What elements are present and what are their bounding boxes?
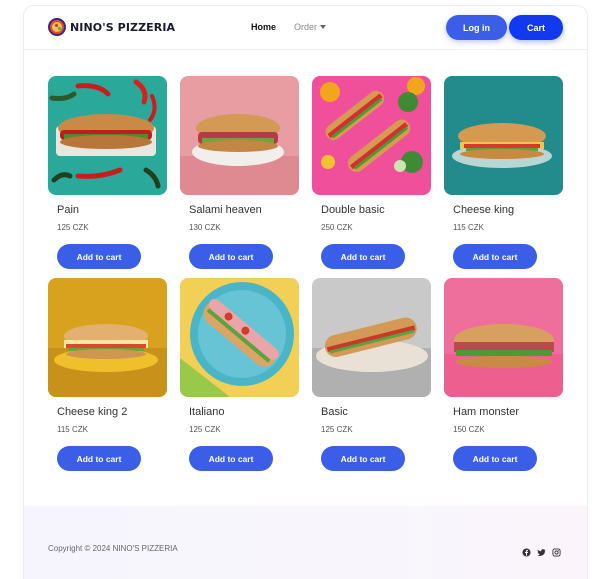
login-button[interactable]: Log in xyxy=(446,15,507,40)
product-card: Pain 125 CZK Add to cart xyxy=(48,76,168,269)
product-card: Cheese king 115 CZK Add to cart xyxy=(444,76,564,269)
product-price: 125 CZK xyxy=(57,223,89,232)
product-price: 150 CZK xyxy=(453,425,485,434)
brand-name: NINO'S PIZZERIA xyxy=(70,20,176,34)
product-price: 125 CZK xyxy=(321,425,353,434)
add-to-cart-button[interactable]: Add to cart xyxy=(321,244,405,269)
main-nav: Home Order xyxy=(251,22,327,32)
product-image[interactable] xyxy=(444,278,563,397)
product-title: Cheese king 2 xyxy=(57,406,128,418)
product-title: Cheese king xyxy=(453,204,515,216)
product-image[interactable] xyxy=(48,76,167,195)
page-frame: NINO'S PIZZERIA Home Order Log in Cart P… xyxy=(24,6,587,579)
nav-order-label: Order xyxy=(294,22,318,32)
product-title: Double basic xyxy=(321,204,385,216)
add-to-cart-button[interactable]: Add to cart xyxy=(189,446,273,471)
site-header: NINO'S PIZZERIA Home Order Log in Cart xyxy=(24,6,587,50)
add-to-cart-button[interactable]: Add to cart xyxy=(321,446,405,471)
instagram-icon[interactable] xyxy=(552,544,561,557)
nav-home-link[interactable]: Home xyxy=(251,22,276,32)
product-price: 125 CZK xyxy=(189,425,221,434)
product-image[interactable] xyxy=(48,278,167,397)
product-image[interactable] xyxy=(312,278,431,397)
product-price: 250 CZK xyxy=(321,223,353,232)
add-to-cart-button[interactable]: Add to cart xyxy=(57,446,141,471)
product-card: Ham monster 150 CZK Add to cart xyxy=(444,278,564,471)
product-image[interactable] xyxy=(180,76,299,195)
add-to-cart-button[interactable]: Add to cart xyxy=(453,446,537,471)
nav-order-dropdown[interactable]: Order xyxy=(294,22,327,32)
product-image[interactable] xyxy=(312,76,431,195)
site-footer: Copyright © 2024 NINO'S PIZZERIA xyxy=(24,506,587,579)
product-card: Double basic 250 CZK Add to cart xyxy=(312,76,432,269)
product-card: Salami heaven 130 CZK Add to cart xyxy=(180,76,300,269)
cart-button[interactable]: Cart xyxy=(509,15,563,40)
pizza-logo-icon xyxy=(48,18,66,36)
product-image[interactable] xyxy=(444,76,563,195)
product-card: Basic 125 CZK Add to cart xyxy=(312,278,432,471)
twitter-icon[interactable] xyxy=(537,544,546,556)
product-card: Cheese king 2 115 CZK Add to cart xyxy=(48,278,168,471)
product-title: Salami heaven xyxy=(189,204,262,216)
product-title: Pain xyxy=(57,204,80,216)
facebook-icon[interactable] xyxy=(522,544,531,557)
brand[interactable]: NINO'S PIZZERIA xyxy=(48,18,175,36)
copyright-text: Copyright © 2024 NINO'S PIZZERIA xyxy=(48,544,178,553)
product-title: Italiano xyxy=(189,406,225,418)
product-image[interactable] xyxy=(180,278,299,397)
chevron-down-icon xyxy=(320,25,327,29)
product-price: 115 CZK xyxy=(57,425,88,434)
product-title: Ham monster xyxy=(453,406,520,418)
product-title: Basic xyxy=(321,406,348,418)
product-price: 130 CZK xyxy=(189,223,221,232)
product-card: Italiano 125 CZK Add to cart xyxy=(180,278,300,471)
add-to-cart-button[interactable]: Add to cart xyxy=(57,244,141,269)
social-links xyxy=(522,544,561,557)
add-to-cart-button[interactable]: Add to cart xyxy=(189,244,273,269)
product-price: 115 CZK xyxy=(453,223,484,232)
add-to-cart-button[interactable]: Add to cart xyxy=(453,244,537,269)
